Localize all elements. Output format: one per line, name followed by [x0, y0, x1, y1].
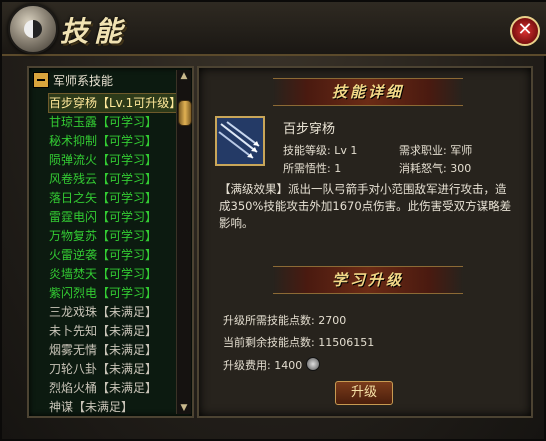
skill-item[interactable]: 风卷残云【可学习】: [49, 170, 157, 188]
skill-item[interactable]: 未卜先知【未满足】: [49, 322, 157, 340]
skill-item[interactable]: 甘琼玉露【可学习】: [49, 113, 157, 131]
skill-item[interactable]: 三龙戏珠【未满足】: [49, 303, 157, 321]
yin-yang-emblem-icon: [8, 4, 58, 54]
upgrade-cost-label: 升级费用: 1400: [223, 359, 303, 372]
close-button[interactable]: ✕: [510, 16, 540, 46]
upgrade-cost: 升级费用: 1400: [223, 357, 321, 373]
skill-list-scrollbar[interactable]: ▲ ▼: [176, 70, 192, 414]
silver-coin-icon: [306, 357, 321, 371]
skill-item[interactable]: 神谋【未满足】: [49, 398, 133, 416]
collapse-icon[interactable]: [33, 72, 49, 88]
skill-item[interactable]: 火雷逆袭【可学习】: [49, 246, 157, 264]
anger-cost: 消耗怒气: 300: [399, 162, 472, 175]
skill-detail-panel: 技能详细 百步穿杨 技能等级: Lv 1 需求职业: 军师 所需悟性: 1 消耗…: [197, 66, 533, 418]
upgrade-header: 学习升级: [273, 266, 463, 294]
points-needed: 升级所需技能点数: 2700: [223, 314, 347, 327]
skill-effect-text: 【满级效果】派出一队弓箭手对小范围敌军进行攻击，造成350%技能攻击外加1670…: [219, 182, 512, 230]
skill-item[interactable]: 刀轮八卦【未满足】: [49, 360, 157, 378]
skill-item[interactable]: 万物复苏【可学习】: [49, 227, 157, 245]
skill-item[interactable]: 紫闪烈电【可学习】: [49, 284, 157, 302]
skill-name: 百步穿杨: [283, 122, 336, 137]
skill-item[interactable]: 烈焰火桶【未满足】: [49, 379, 157, 397]
scroll-thumb[interactable]: [178, 100, 192, 126]
skill-item[interactable]: 陨弹流火【可学习】: [49, 151, 157, 169]
scroll-down-icon[interactable]: ▼: [178, 402, 190, 414]
upgrade-button[interactable]: 升级: [335, 381, 393, 405]
required-class: 需求职业: 军师: [399, 144, 473, 157]
category-label: 军师系技能: [53, 74, 114, 88]
skill-list-panel: 军师系技能 百步穿杨【Lv.1可升级】 甘琼玉露【可学习】 秘术抑制【可学习】 …: [27, 66, 194, 418]
skill-level: 技能等级: Lv 1: [283, 144, 358, 157]
skills-window: 技能 ✕ 军师系技能 百步穿杨【Lv.1可升级】 甘琼玉露【可学习】 秘术抑制【…: [0, 0, 546, 441]
skill-list: 军师系技能 百步穿杨【Lv.1可升级】 甘琼玉露【可学习】 秘术抑制【可学习】 …: [29, 68, 179, 420]
scroll-up-icon[interactable]: ▲: [178, 70, 190, 82]
skill-item[interactable]: 秘术抑制【可学习】: [49, 132, 157, 150]
skill-item[interactable]: 雷霆电闪【可学习】: [49, 208, 157, 226]
skill-item[interactable]: 烟雾无情【未满足】: [49, 341, 157, 359]
arrow-volley-skill-icon: [215, 116, 265, 166]
title-bar: 技能 ✕: [2, 2, 546, 56]
required-wisdom: 所需悟性: 1: [283, 162, 342, 175]
skill-item[interactable]: 炎墙焚天【可学习】: [49, 265, 157, 283]
skill-item[interactable]: 百步穿杨【Lv.1可升级】: [47, 93, 179, 113]
category-header[interactable]: 军师系技能: [33, 72, 113, 90]
window-title: 技能: [60, 15, 129, 48]
detail-header: 技能详细: [273, 78, 463, 106]
points-remaining: 当前剩余技能点数: 11506151: [223, 336, 375, 349]
skill-item[interactable]: 落日之矢【可学习】: [49, 189, 157, 207]
